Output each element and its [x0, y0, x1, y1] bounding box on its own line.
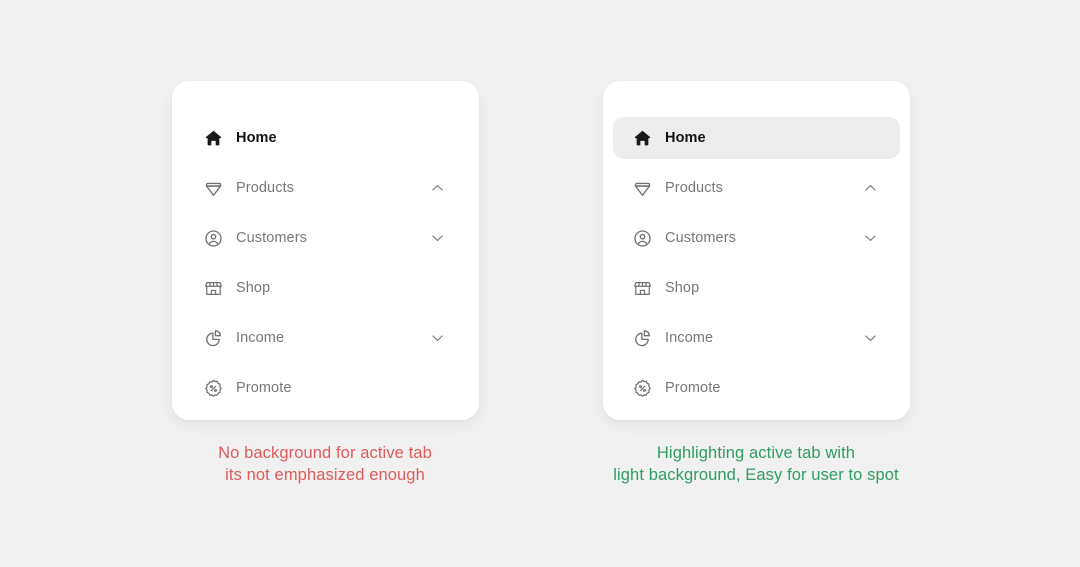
sidebar-item-products[interactable]: Products — [172, 167, 479, 209]
sidebar-item-shop[interactable]: Shop — [613, 267, 900, 309]
chevron-down-icon[interactable] — [429, 330, 446, 347]
storefront-icon — [632, 278, 653, 299]
percent-badge-icon — [632, 378, 653, 399]
sidebar-item-label: Customers — [665, 229, 736, 246]
diamond-icon — [632, 178, 653, 199]
diamond-icon — [203, 178, 224, 199]
sidebar-item-label: Shop — [236, 279, 271, 296]
sidebar-item-home[interactable]: Home — [172, 117, 479, 159]
sidebar-item-label: Customers — [236, 229, 307, 246]
sidebar-item-customers[interactable]: Customers — [613, 217, 900, 259]
chevron-up-icon[interactable] — [862, 180, 879, 197]
sidebar-item-label: Products — [665, 179, 724, 196]
sidebar-item-promote[interactable]: Promote — [613, 367, 900, 409]
chevron-down-icon[interactable] — [862, 330, 879, 347]
chevron-down-icon[interactable] — [429, 230, 446, 247]
sidebar-item-label: Home — [665, 129, 706, 146]
user-circle-icon — [632, 228, 653, 249]
caption-good-example: Highlighting active tab with light backg… — [541, 442, 971, 486]
sidebar-item-promote[interactable]: Promote — [172, 367, 479, 409]
sidebar-item-label: Shop — [665, 279, 700, 296]
pie-chart-icon — [203, 328, 224, 349]
caption-line-2: light background, Easy for user to spot — [613, 466, 899, 484]
storefront-icon — [203, 278, 224, 299]
sidebar-item-income[interactable]: Income — [613, 317, 900, 359]
sidebar-item-label: Income — [665, 329, 714, 346]
sidebar-item-label: Home — [236, 129, 277, 146]
chevron-up-icon[interactable] — [429, 180, 446, 197]
sidebar-item-label: Income — [236, 329, 285, 346]
sidebar-item-label: Promote — [665, 379, 721, 396]
sidebar-nav-good: Home Products Customers Shop Income Prom… — [603, 117, 910, 409]
sidebar-item-shop[interactable]: Shop — [172, 267, 479, 309]
sidebar-item-income[interactable]: Income — [172, 317, 479, 359]
sidebar-card-good-example: Home Products Customers Shop Income Prom… — [603, 81, 910, 420]
comparison-stage: Home Products Customers Shop Income Prom… — [0, 0, 1080, 567]
caption-line-1: Highlighting active tab with — [656, 444, 856, 462]
sidebar-item-label: Promote — [236, 379, 292, 396]
sidebar-card-bad-example: Home Products Customers Shop Income Prom… — [172, 81, 479, 420]
sidebar-item-customers[interactable]: Customers — [172, 217, 479, 259]
sidebar-item-home[interactable]: Home — [613, 117, 900, 159]
sidebar-item-products[interactable]: Products — [613, 167, 900, 209]
chevron-down-icon[interactable] — [862, 230, 879, 247]
pie-chart-icon — [632, 328, 653, 349]
caption-line-2: its not emphasized enough — [225, 466, 425, 484]
home-icon — [203, 128, 224, 149]
sidebar-item-label: Products — [236, 179, 295, 196]
sidebar-nav-bad: Home Products Customers Shop Income Prom… — [172, 117, 479, 409]
caption-bad-example: No background for active tab its not emp… — [110, 442, 540, 486]
user-circle-icon — [203, 228, 224, 249]
caption-line-1: No background for active tab — [218, 444, 432, 462]
percent-badge-icon — [203, 378, 224, 399]
home-icon — [632, 128, 653, 149]
